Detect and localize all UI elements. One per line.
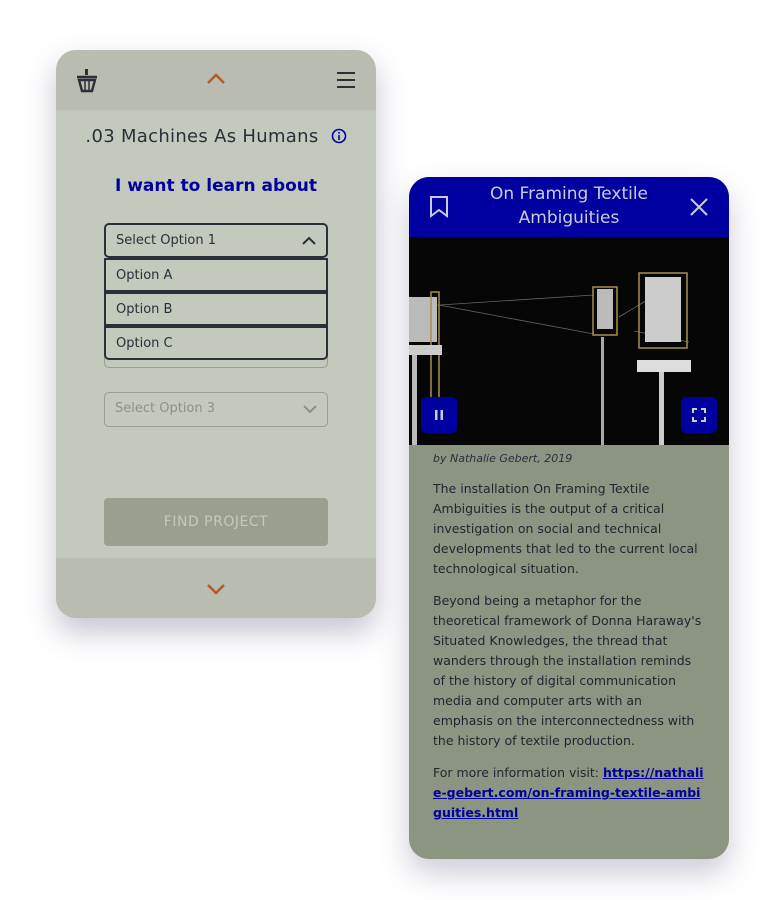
byline: by Nathalie Gebert, 2019 [433,452,573,465]
more-info: For more information visit: https://nath… [433,765,704,820]
description-paragraph: The installation On Framing Textile Ambi… [433,481,698,576]
project-detail-panel: On Framing Textile Ambiguities by Nathal… [409,177,729,859]
detail-header: On Framing Textile Ambiguities [409,177,729,237]
pause-button[interactable] [421,397,457,433]
bookmark-icon[interactable] [429,196,449,218]
option-c[interactable]: Option C [104,326,328,360]
project-image [409,237,729,445]
subtitle: I want to learn about [114,176,318,196]
description-paragraph: Beyond being a metaphor for the theoreti… [433,593,702,748]
close-icon[interactable] [689,197,709,217]
fullscreen-button[interactable] [681,397,717,433]
select-option-3[interactable]: Select Option 3 [104,392,328,427]
menu-icon[interactable] [336,71,356,89]
page-title: .03 Machines As Humans [56,126,376,147]
logo-icon[interactable] [76,69,98,93]
fullscreen-icon [692,408,706,422]
chevron-up-icon[interactable] [206,72,226,86]
chevron-up-icon [302,236,316,245]
option-b[interactable]: Option B [104,292,328,326]
option-a[interactable]: Option A [104,258,328,292]
panel-footer [56,558,376,618]
project-title: On Framing Textile Ambiguities [489,184,649,228]
panel-header [56,50,376,110]
chevron-down-icon[interactable] [206,582,226,596]
pause-icon [435,410,443,420]
select-option-1[interactable]: Select Option 1 [104,223,328,258]
filter-panel: .03 Machines As Humans I want to learn a… [56,50,376,618]
info-icon[interactable] [331,128,347,144]
find-project-button[interactable]: FIND PROJECT [104,498,328,546]
chevron-down-icon [303,405,317,414]
